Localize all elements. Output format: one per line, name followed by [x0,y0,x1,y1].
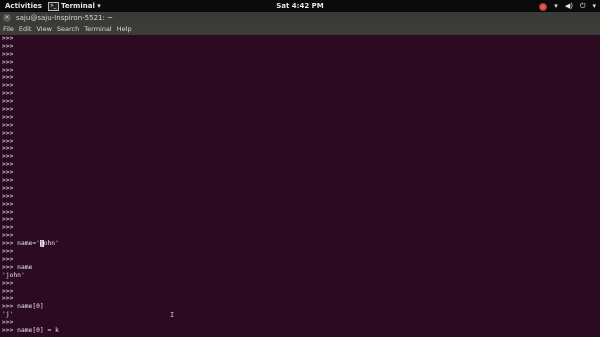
terminal-line: >>> [2,66,14,74]
app-menu[interactable]: >_ Terminal ▾ [48,0,101,12]
terminal-line: >>> [2,177,14,185]
window-title: saju@saju-Inspiron-5521: ~ [16,14,113,22]
terminal-line: >>> [2,200,14,208]
terminal-output[interactable]: >>> >>> >>> >>> >>> >>> >>> >>> >>> >>> … [0,35,600,337]
terminal-line: >>> [2,224,14,232]
terminal-line: >>> [2,129,14,137]
terminal-line: >>> [2,50,14,58]
menu-terminal[interactable]: Terminal [84,24,114,35]
mouse-ibeam-cursor-icon: I [170,311,175,319]
volume-icon[interactable]: ◀) [565,0,573,12]
terminal-line: >>> [2,192,14,200]
menubar: File Edit View Search Terminal Help [0,24,600,35]
terminal-line: >>> [2,169,14,177]
terminal-icon: >_ [48,1,59,11]
terminal-line: >>> [2,35,14,42]
terminal-line: >>> [2,98,14,106]
terminal-line: >>> [2,106,14,114]
terminal-line: >>> [2,90,14,98]
terminal-line: >>> name [2,263,33,271]
terminal-line: >>> [2,161,14,169]
terminal-line: >>> name[0] [2,303,44,311]
top-bar: Activities >_ Terminal ▾ Sat 4:42 PM ▾ ◀… [0,0,600,12]
menu-search[interactable]: Search [57,24,82,35]
terminal-input-line: >>> name='john' [2,240,600,248]
terminal-line: >>> [2,82,14,90]
terminal-line: >>> [2,184,14,192]
terminal-line: >>> [2,279,14,287]
terminal-line: >>> [2,121,14,129]
terminal-line: >>> [2,74,14,82]
terminal-line: >>> [2,113,14,121]
assign-prefix: >>> name=' [2,240,40,248]
activities-button[interactable]: Activities [5,0,42,12]
menu-edit[interactable]: Edit [19,24,35,35]
chrome-icon[interactable] [539,3,548,11]
terminal-line: >>> [2,42,14,50]
terminal-line: >>> [2,295,14,303]
terminal-line: >>> [2,137,14,145]
system-tray: ▾ ◀) ⏻ ▾ [539,0,596,12]
wifi-icon[interactable]: ▾ [554,0,558,12]
app-menu-label: Terminal ▾ [61,2,101,10]
terminal-line: >>> [2,145,14,153]
terminal-line: >>> [2,153,14,161]
menu-help[interactable]: Help [117,24,135,35]
terminal-line: >>> [2,319,14,327]
menu-view[interactable]: View [36,24,54,35]
terminal-line: >>> [2,58,14,66]
terminal-line: >>> [2,287,14,295]
terminal-line: 'john' [2,271,25,279]
terminal-line: >>> [2,208,14,216]
terminal-line: >>> [2,248,14,256]
window-titlebar[interactable]: × saju@saju-Inspiron-5521: ~ [0,12,600,24]
assign-suffix: ohn' [43,240,59,248]
menu-file[interactable]: File [3,24,17,35]
power-icon[interactable]: ⏻ [580,0,586,12]
system-menu-chevron-icon[interactable]: ▾ [592,0,596,12]
terminal-line: >>> [2,216,14,224]
terminal-line: >>> [2,255,14,263]
close-icon[interactable]: × [3,14,11,22]
terminal-line: >>> [2,232,14,240]
terminal-line: >>> name[0] = k [2,326,59,334]
terminal-line: 'j' [2,311,14,319]
clock[interactable]: Sat 4:42 PM [276,2,324,10]
